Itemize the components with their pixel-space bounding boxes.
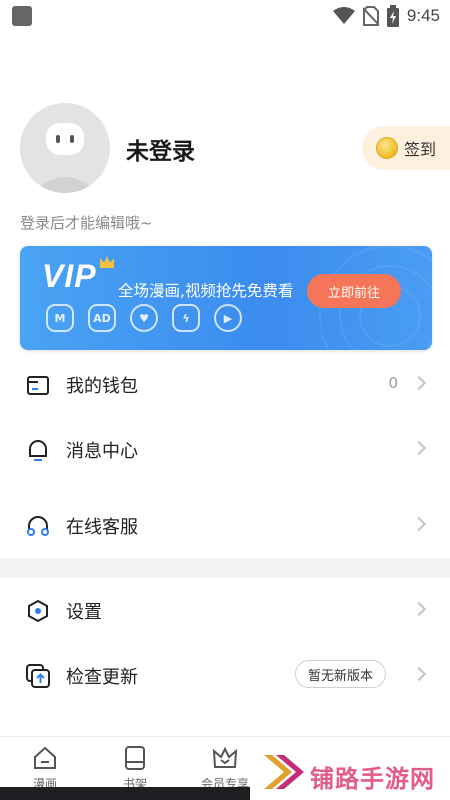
lightning-badge-icon: ϟ bbox=[172, 304, 200, 332]
menu-label-support: 在线客服 bbox=[66, 517, 138, 538]
chevron-right-icon bbox=[411, 516, 427, 532]
menu-label-check-update: 检查更新 bbox=[66, 667, 138, 688]
menu-item-messages[interactable]: 消息中心 bbox=[0, 420, 450, 480]
login-hint: 登录后才能编辑哦~ bbox=[20, 214, 153, 232]
menu-item-check-update[interactable]: 检查更新 暂无新版本 bbox=[0, 646, 450, 706]
menu-item-settings[interactable]: 设置 bbox=[0, 581, 450, 641]
avatar[interactable] bbox=[20, 103, 110, 193]
status-time: 9:45 bbox=[406, 6, 440, 25]
menu-label-wallet: 我的钱包 bbox=[66, 376, 138, 397]
chevron-right-icon bbox=[411, 666, 427, 682]
vip-banner[interactable]: VIP 全场漫画,视频抢先免费看 立即前往 M AD ♥ ϟ ▶ bbox=[20, 246, 432, 350]
watermark-text: 铺路手游网 bbox=[310, 765, 435, 793]
checkin-button[interactable]: 签到 bbox=[362, 126, 450, 170]
ad-free-icon: AD bbox=[88, 304, 116, 332]
watermark-logo-icon bbox=[264, 755, 304, 789]
section-divider bbox=[0, 558, 450, 578]
chevron-right-icon bbox=[411, 601, 427, 617]
notification-icon bbox=[12, 6, 32, 26]
play-icon: ▶ bbox=[214, 304, 242, 332]
vip-description: 全场漫画,视频抢先免费看 bbox=[118, 282, 294, 300]
vip-go-button[interactable]: 立即前往 bbox=[307, 274, 401, 308]
heart-icon: ♥ bbox=[130, 304, 158, 332]
watermark: 铺路手游网 bbox=[0, 745, 450, 800]
menu-label-settings: 设置 bbox=[66, 602, 102, 623]
taskbar-strip bbox=[0, 787, 250, 800]
chevron-right-icon bbox=[411, 375, 427, 391]
profile-header: 未登录 签到 bbox=[0, 100, 450, 200]
checkin-label: 签到 bbox=[404, 140, 437, 159]
chevron-right-icon bbox=[411, 440, 427, 456]
no-sim-icon bbox=[362, 6, 379, 26]
menu-label-messages: 消息中心 bbox=[66, 441, 138, 462]
menu-item-support[interactable]: 在线客服 bbox=[0, 496, 450, 556]
default-avatar-icon bbox=[32, 123, 98, 193]
vip-m-icon: M bbox=[46, 304, 74, 332]
profile-name[interactable]: 未登录 bbox=[126, 132, 195, 166]
wifi-icon bbox=[332, 7, 355, 24]
vip-perk-icons: M AD ♥ ϟ ▶ bbox=[46, 304, 242, 332]
update-icon bbox=[26, 664, 50, 688]
version-status-badge: 暂无新版本 bbox=[294, 660, 386, 688]
headset-icon bbox=[27, 516, 49, 536]
status-icons: 9:45 bbox=[332, 4, 440, 28]
coin-icon bbox=[376, 137, 398, 159]
menu-item-wallet[interactable]: 我的钱包 0 bbox=[0, 355, 450, 415]
settings-icon bbox=[28, 599, 48, 623]
battery-charging-icon bbox=[386, 5, 399, 27]
wallet-balance: 0 bbox=[388, 374, 398, 392]
wallet-icon bbox=[27, 376, 49, 395]
vip-logo: VIP bbox=[42, 258, 97, 294]
status-bar: 9:45 bbox=[0, 0, 450, 32]
bell-icon bbox=[29, 440, 47, 461]
